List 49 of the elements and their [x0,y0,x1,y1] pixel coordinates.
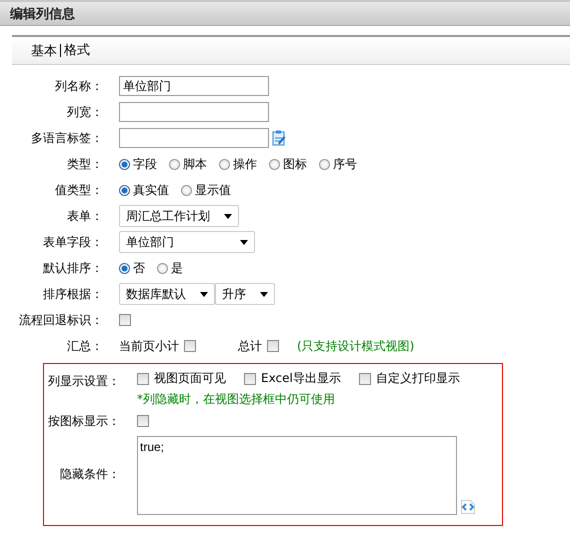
caret-icon [224,214,232,218]
caret-icon [200,292,208,296]
window-title: 编辑列信息 [8,6,75,23]
checkbox-option[interactable]: 总计 [238,338,279,354]
dropdown[interactable]: 周汇总工作计划 [119,205,239,227]
radio-option[interactable]: 显示值 [181,182,231,198]
field-label: 按图标显示： [47,413,120,430]
tab[interactable]: 格式 [60,44,93,57]
field-label: 表单字段： [42,234,104,251]
radio-option[interactable]: 否 [119,260,145,276]
code-icon[interactable] [460,499,476,515]
dropdown[interactable]: 升序 [215,283,275,305]
checkbox[interactable] [119,314,131,326]
radio-option[interactable]: 序号 [319,156,357,172]
radio-option[interactable]: 操作 [219,156,257,172]
text-field[interactable] [119,102,269,122]
field-label: 类型： [66,156,104,173]
field-label: 排序根据： [42,286,104,303]
text-field[interactable]: 单位部门 [119,76,269,96]
radio-option[interactable]: 脚本 [169,156,207,172]
script-field[interactable]: true; [137,436,457,515]
field-label: 表单： [66,208,104,225]
radio-option[interactable]: 字段 [119,156,157,172]
checkbox-option[interactable]: 视图页面可见 [137,370,226,387]
radio-option[interactable]: 真实值 [119,182,169,198]
caret-icon [260,292,268,296]
field-label: 流程回退标识： [18,312,104,329]
radio-option[interactable]: 是 [157,260,183,276]
field-label: 列宽： [66,104,104,121]
text-field[interactable] [119,128,269,148]
checkbox-option[interactable]: 自定义打印显示 [358,370,460,387]
hint-text: *列隐藏时，在视图选择框中仍可使用 [137,391,336,408]
checkbox[interactable] [137,415,149,427]
field-label: 默认排序： [42,260,104,277]
caret-icon [240,240,248,244]
edit-note-icon[interactable] [272,130,286,146]
field-label: 列名称： [54,78,104,95]
field-label: 汇总： [66,338,104,355]
field-label: 列显示设置： [47,373,120,390]
dropdown[interactable]: 单位部门 [119,231,255,253]
checkbox-option[interactable]: 当前页小计 [119,338,196,354]
hint-text: (只支持设计模式视图) [297,338,414,354]
checkbox-option[interactable]: Excel导出显示 [244,370,341,387]
dropdown[interactable]: 数据库默认 [119,283,215,305]
tab[interactable]: 基本 [28,42,60,60]
field-label: 多语言标签： [30,130,104,147]
field-label: 值类型： [54,182,104,199]
field-label: 隐藏条件： [59,466,120,483]
radio-option[interactable]: 图标 [269,156,307,172]
